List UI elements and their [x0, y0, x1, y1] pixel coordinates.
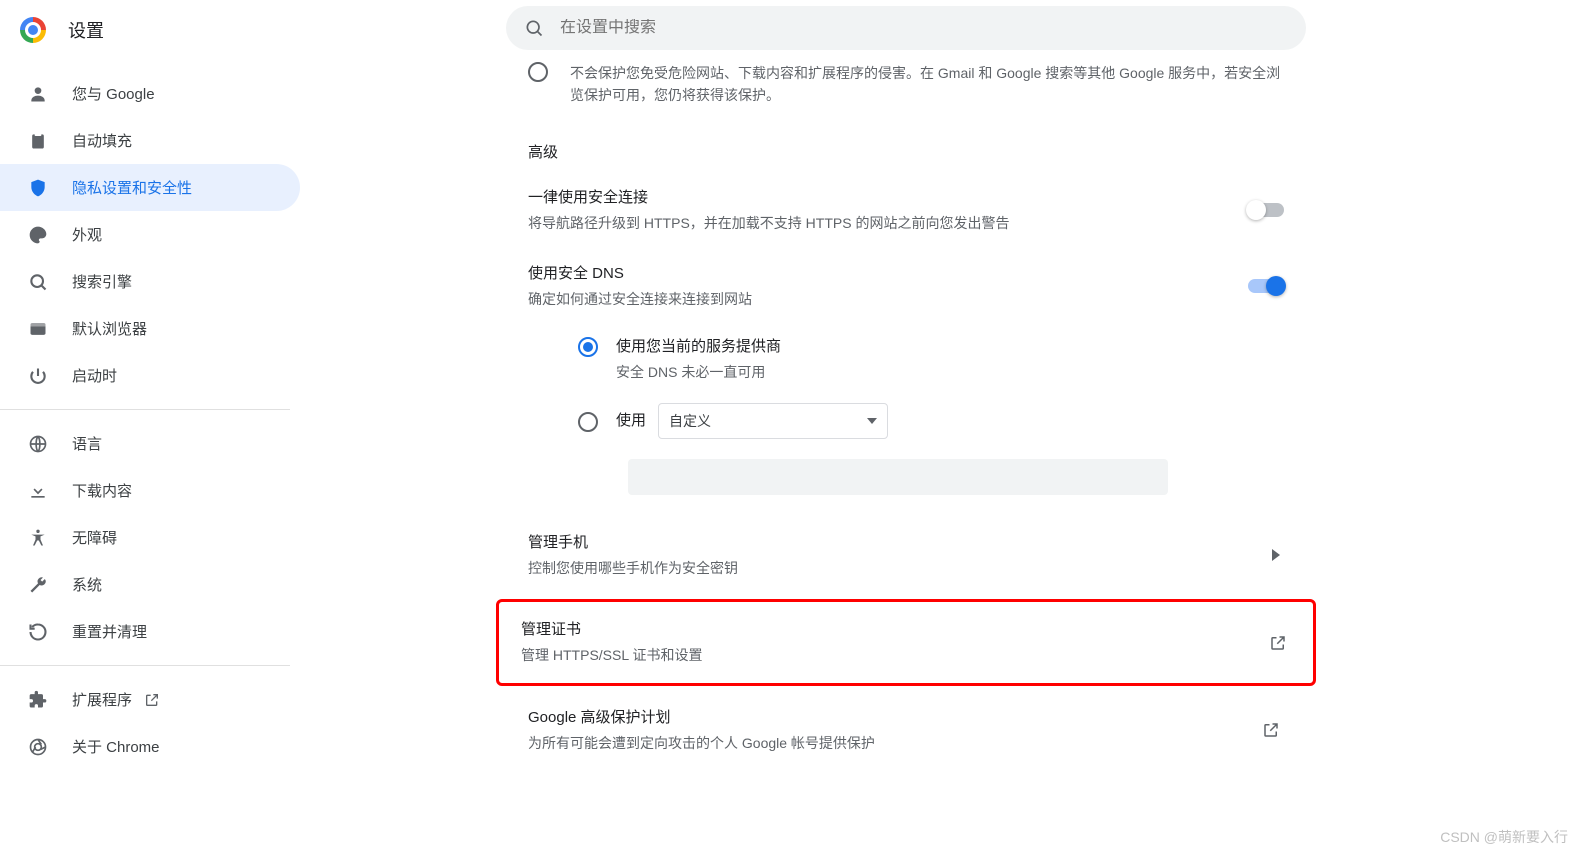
- chrome-logo-icon: [20, 17, 46, 43]
- main-content: 不会保护您免受危险网站、下载内容和扩展程序的侵害。在 Gmail 和 Googl…: [506, 60, 1306, 770]
- sidebar-item-label: 自动填充: [72, 130, 132, 151]
- sidebar-item-privacy-security[interactable]: 隐私设置和安全性: [0, 164, 300, 211]
- sidebar-item-about-chrome[interactable]: 关于 Chrome: [0, 723, 300, 770]
- clipboard-icon: [28, 131, 48, 151]
- open-in-new-icon: [1269, 634, 1287, 652]
- toggle-always-https[interactable]: [1248, 203, 1284, 217]
- sidebar-item-languages[interactable]: 语言: [0, 420, 300, 467]
- radio-icon[interactable]: [578, 412, 598, 432]
- dns-option-current-provider[interactable]: 使用您当前的服务提供商 安全 DNS 未必一直可用: [578, 325, 1306, 393]
- sidebar-item-label: 扩展程序: [72, 689, 132, 710]
- search-icon: [28, 272, 48, 292]
- always-https-row: 一律使用安全连接 将导航路径升级到 HTTPS，并在加载不支持 HTTPS 的网…: [506, 172, 1306, 248]
- open-in-new-icon: [144, 692, 160, 708]
- sidebar-item-label: 重置并清理: [72, 621, 147, 642]
- search-bar[interactable]: [506, 6, 1306, 50]
- sidebar-item-label: 搜索引擎: [72, 271, 132, 292]
- sidebar-item-search-engine[interactable]: 搜索引擎: [0, 258, 300, 305]
- toggle-secure-dns[interactable]: [1248, 279, 1284, 293]
- sidebar-item-autofill[interactable]: 自动填充: [0, 117, 300, 164]
- sidebar-item-accessibility[interactable]: 无障碍: [0, 514, 300, 561]
- search-input[interactable]: [560, 19, 1288, 37]
- option-title: 使用您当前的服务提供商: [616, 335, 781, 359]
- sidebar: 您与 Google 自动填充 隐私设置和安全性 外观 搜索引擎 默认浏览器 启动…: [0, 60, 300, 770]
- radio-icon[interactable]: [528, 62, 548, 82]
- highlight-annotation: 管理证书 管理 HTTPS/SSL 证书和设置: [496, 599, 1316, 685]
- manage-certificates-row[interactable]: 管理证书 管理 HTTPS/SSL 证书和设置: [499, 602, 1313, 682]
- row-description: 将导航路径升级到 HTTPS，并在加载不支持 HTTPS 的网站之前向您发出警告: [528, 212, 1284, 234]
- chevron-down-icon: [867, 418, 877, 424]
- row-description: 确定如何通过安全连接来连接到网站: [528, 288, 1284, 310]
- accessibility-icon: [28, 528, 48, 548]
- row-title: Google 高级保护计划: [528, 706, 1284, 730]
- row-description: 管理 HTTPS/SSL 证书和设置: [521, 644, 1291, 666]
- person-icon: [28, 84, 48, 104]
- wrench-icon: [28, 575, 48, 595]
- sidebar-item-you-and-google[interactable]: 您与 Google: [0, 70, 300, 117]
- extension-icon: [28, 690, 48, 710]
- option-label: 使用: [616, 409, 646, 433]
- globe-icon: [28, 434, 48, 454]
- no-protection-option[interactable]: 不会保护您免受危险网站、下载内容和扩展程序的侵害。在 Gmail 和 Googl…: [506, 60, 1306, 121]
- sidebar-item-label: 隐私设置和安全性: [72, 177, 192, 198]
- sidebar-item-label: 默认浏览器: [72, 318, 147, 339]
- radio-icon[interactable]: [578, 337, 598, 357]
- sidebar-item-appearance[interactable]: 外观: [0, 211, 300, 258]
- select-value: 自定义: [669, 411, 711, 431]
- sidebar-item-label: 关于 Chrome: [72, 736, 160, 757]
- sidebar-item-label: 语言: [72, 433, 102, 454]
- watermark-text: CSDN @萌新要入行: [1440, 827, 1568, 847]
- divider: [0, 665, 290, 666]
- sidebar-item-label: 下载内容: [72, 480, 132, 501]
- sidebar-item-default-browser[interactable]: 默认浏览器: [0, 305, 300, 352]
- sidebar-item-label: 系统: [72, 574, 102, 595]
- divider: [0, 409, 290, 410]
- restore-icon: [28, 622, 48, 642]
- sidebar-item-label: 外观: [72, 224, 102, 245]
- secure-dns-row: 使用安全 DNS 确定如何通过安全连接来连接到网站: [506, 248, 1306, 324]
- search-icon: [524, 18, 544, 38]
- shield-icon: [28, 178, 48, 198]
- chrome-icon: [28, 737, 48, 757]
- sidebar-item-reset[interactable]: 重置并清理: [0, 608, 300, 655]
- dns-option-custom[interactable]: 使用 自定义: [578, 393, 1306, 449]
- open-in-new-icon: [1262, 721, 1280, 739]
- power-icon: [28, 366, 48, 386]
- google-advanced-protection-row[interactable]: Google 高级保护计划 为所有可能会遭到定向攻击的个人 Google 帐号提…: [506, 690, 1306, 770]
- row-title: 管理手机: [528, 531, 1284, 555]
- chevron-right-icon: [1272, 549, 1280, 561]
- row-title: 使用安全 DNS: [528, 262, 1284, 286]
- dns-provider-select[interactable]: 自定义: [658, 403, 888, 439]
- row-title: 一律使用安全连接: [528, 186, 1284, 210]
- sidebar-item-label: 您与 Google: [72, 83, 155, 104]
- row-description: 控制您使用哪些手机作为安全密钥: [528, 557, 1284, 579]
- palette-icon: [28, 225, 48, 245]
- sidebar-item-extensions[interactable]: 扩展程序: [0, 676, 300, 723]
- sidebar-item-label: 无障碍: [72, 527, 117, 548]
- sidebar-item-system[interactable]: 系统: [0, 561, 300, 608]
- sidebar-item-on-startup[interactable]: 启动时: [0, 352, 300, 399]
- advanced-section-label: 高级: [506, 121, 1306, 172]
- dns-custom-input[interactable]: [628, 459, 1168, 495]
- option-description: 不会保护您免受危险网站、下载内容和扩展程序的侵害。在 Gmail 和 Googl…: [570, 62, 1284, 107]
- manage-phones-row[interactable]: 管理手机 控制您使用哪些手机作为安全密钥: [506, 515, 1306, 595]
- browser-icon: [28, 319, 48, 339]
- row-description: 为所有可能会遭到定向攻击的个人 Google 帐号提供保护: [528, 732, 1284, 754]
- row-title: 管理证书: [521, 618, 1291, 642]
- sidebar-item-label: 启动时: [72, 365, 117, 386]
- download-icon: [28, 481, 48, 501]
- page-title: 设置: [68, 17, 104, 43]
- sidebar-item-downloads[interactable]: 下载内容: [0, 467, 300, 514]
- option-description: 安全 DNS 未必一直可用: [616, 361, 781, 383]
